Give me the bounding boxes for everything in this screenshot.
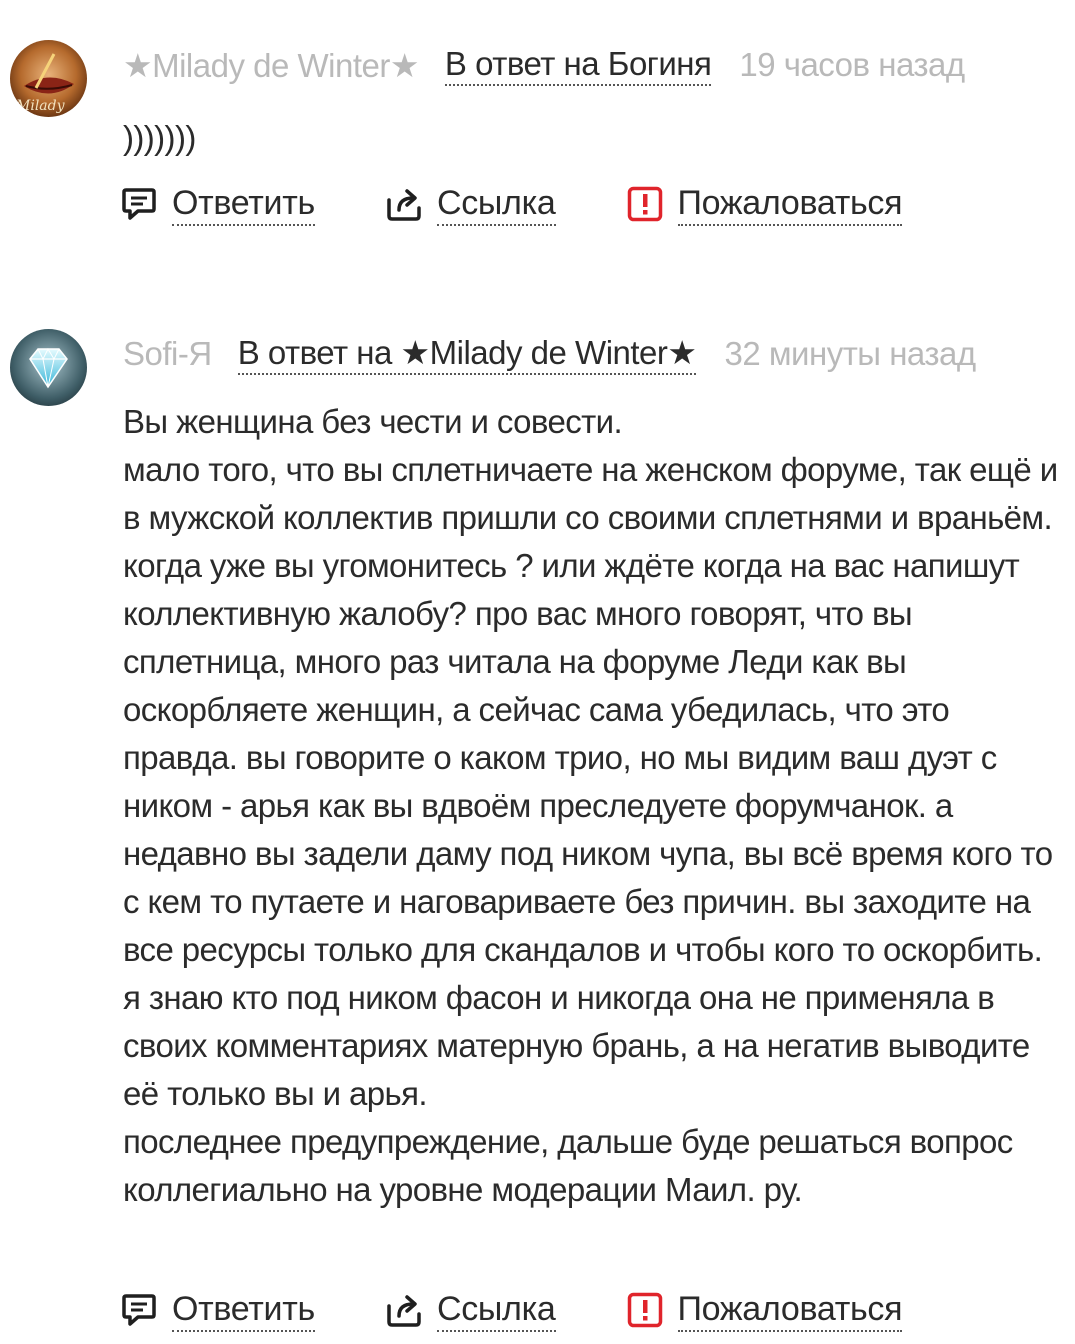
report-button[interactable]: Пожаловаться (626, 1288, 903, 1332)
comment-paragraph: Вы женщина без чести и совести. (123, 403, 623, 440)
exclamation-box-icon (626, 185, 664, 223)
speech-bubble-icon (120, 1291, 158, 1329)
link-label: Ссылка (436, 1288, 556, 1332)
reply-button[interactable]: Ответить (120, 182, 315, 226)
exclamation-box-icon (626, 1291, 664, 1329)
share-arrow-icon (385, 1291, 423, 1329)
share-arrow-icon (385, 185, 423, 223)
link-button[interactable]: Ссылка (385, 182, 556, 226)
comment-paragraph: последнее предупреждение, дальше буде ре… (123, 1123, 1013, 1208)
comment-paragraph: ))))))) (123, 119, 196, 156)
comment-actions: Ответить Ссылка Пожаловаться (120, 1282, 903, 1338)
report-label: Пожаловаться (677, 182, 903, 226)
reply-to-link[interactable]: В ответ на Богиня (444, 44, 712, 86)
report-label: Пожаловаться (677, 1288, 903, 1332)
link-button[interactable]: Ссылка (385, 1288, 556, 1332)
reply-to-link[interactable]: В ответ на ★Milady de Winter★ (237, 333, 697, 375)
comment-body: Вы женщина без чести и совести. мало тог… (123, 398, 1067, 1214)
comment-header: ★Milady de Winter★ В ответ на Богиня 19 … (123, 40, 1067, 90)
timestamp: 32 минуты назад (724, 335, 976, 372)
reply-button[interactable]: Ответить (120, 1288, 315, 1332)
report-button[interactable]: Пожаловаться (626, 182, 903, 226)
author-name[interactable]: ★Milady de Winter★ (123, 46, 419, 85)
author-name[interactable]: Sofi-Я (123, 335, 212, 373)
comment-header: Sofi-Я В ответ на ★Milady de Winter★ 32 … (123, 329, 1067, 379)
comment-paragraph: мало того, что вы сплетничаете на женско… (123, 451, 1058, 1112)
comment-body: ))))))) (123, 114, 1067, 162)
lips-avatar-icon[interactable]: Milady (10, 40, 87, 117)
speech-bubble-icon (120, 185, 158, 223)
reply-label: Ответить (172, 182, 315, 226)
timestamp: 19 часов назад (739, 46, 965, 83)
diamond-avatar-icon[interactable] (10, 329, 87, 406)
comment-actions: Ответить Ссылка Пожаловаться (120, 176, 903, 232)
link-label: Ссылка (436, 182, 556, 226)
svg-text:Milady: Milady (15, 98, 66, 114)
reply-label: Ответить (172, 1288, 315, 1332)
